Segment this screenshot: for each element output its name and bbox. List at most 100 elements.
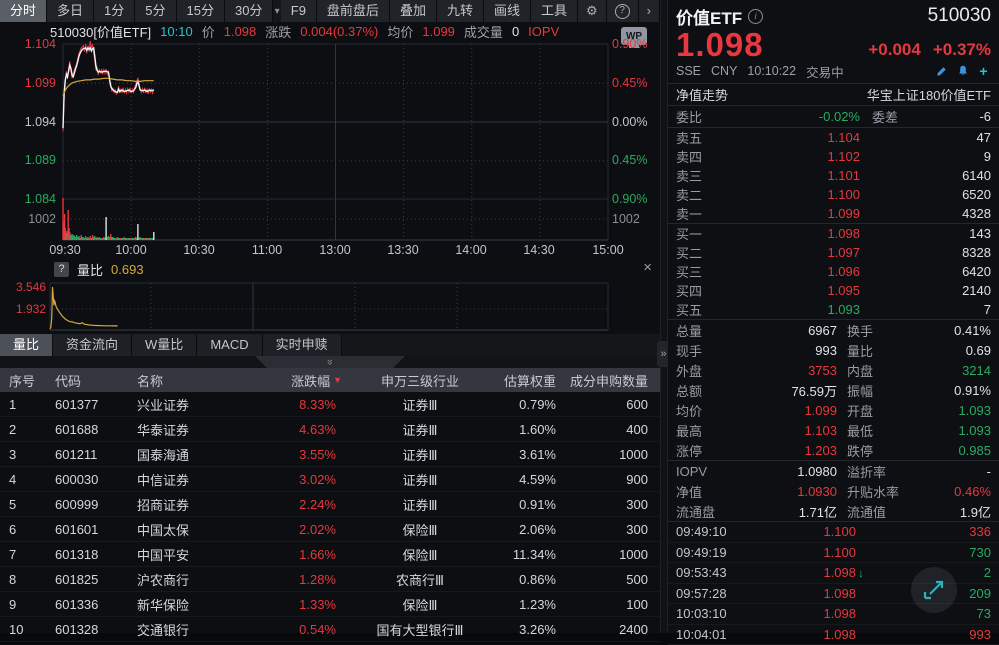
help-question-icon[interactable]: ?	[54, 262, 69, 277]
fund-full-name: 华宝上证180价值ETF	[867, 85, 991, 104]
y-axis-price: 1.104	[0, 37, 56, 51]
liangbi-label: 量比	[77, 260, 103, 279]
tab-30min[interactable]: 30分	[225, 0, 273, 22]
change-value: 0.004(0.37%)	[300, 24, 378, 39]
change-label: 涨跌	[265, 22, 291, 41]
table-row[interactable]: 3601211国泰海通3.55%证券Ⅲ3.61%1000	[0, 442, 660, 467]
tab-1min[interactable]: 1分	[94, 0, 135, 22]
button-nine-turn[interactable]: 九转	[437, 0, 484, 22]
y-axis-price: 1.084	[0, 192, 56, 206]
ask-row[interactable]: 卖五1.10447	[668, 128, 999, 147]
table-row[interactable]: 10601328交通银行0.54%国有大型银行Ⅲ3.26%2400	[0, 617, 660, 642]
button-f9[interactable]: F9	[281, 0, 317, 22]
stat-row: 现手993量比0.69	[668, 340, 999, 360]
tab-15min[interactable]: 15分	[177, 0, 225, 22]
ask-row[interactable]: 卖二1.1006520	[668, 185, 999, 204]
liangbi-subchart[interactable]: ? 量比 0.693 × 3.546 1.932	[0, 260, 660, 334]
table-row[interactable]: 9601336新华保险1.33%保险Ⅲ1.23%100	[0, 592, 660, 617]
tab-macd[interactable]: MACD	[197, 334, 262, 356]
pencil-icon[interactable]	[934, 64, 949, 79]
table-row[interactable]: 2601688华泰证券4.63%证券Ⅲ1.60%400	[0, 417, 660, 442]
quote-meta-row: SSE CNY 10:10:22 交易中 +	[668, 60, 999, 80]
expand-arrows-icon	[911, 567, 957, 613]
etf-code: 510030	[928, 5, 991, 27]
tab-intraday[interactable]: 分时	[0, 0, 47, 22]
tab-w-liangbi[interactable]: W量比	[132, 334, 197, 356]
header-name[interactable]: 名称	[128, 371, 250, 390]
weicha-label: 委差	[872, 107, 916, 126]
price-value: 1.098	[224, 24, 257, 39]
tab-liangbi[interactable]: 量比	[0, 334, 53, 356]
bid-row[interactable]: 买一1.098143	[668, 224, 999, 243]
x-axis-tick: 14:00	[447, 243, 495, 257]
button-overlay[interactable]: 叠加	[390, 0, 437, 22]
table-row[interactable]: 6601601中国太保2.02%保险Ⅲ2.06%300	[0, 517, 660, 542]
header-code[interactable]: 代码	[46, 371, 128, 390]
stat-row: 总额76.59万振幅0.91%	[668, 380, 999, 400]
stat-row: 均价1.099开盘1.093	[668, 400, 999, 420]
indicator-tabs: 量比 资金流向 W量比 MACD 实时申赎	[0, 334, 660, 356]
chevron-right-icon[interactable]: ›	[639, 0, 660, 22]
header-index[interactable]: 序号	[0, 371, 46, 390]
collapse-handle[interactable]: «	[255, 356, 405, 368]
info-icon[interactable]: i	[748, 9, 763, 24]
stat-row: 涨停1.203跌停0.985	[668, 440, 999, 460]
tab-realtime-creation[interactable]: 实时申赎	[263, 334, 342, 356]
stat-row: IOPV1.0980溢折率-	[668, 461, 999, 481]
header-quantity[interactable]: 成分申购数量	[560, 371, 660, 390]
header-weight[interactable]: 估算权重	[490, 371, 560, 390]
bell-icon[interactable]	[955, 64, 970, 79]
avg-value: 1.099	[422, 24, 455, 39]
button-pre-post-market[interactable]: 盘前盘后	[317, 0, 390, 22]
table-row[interactable]: 4600030中信证券3.02%证券Ⅲ4.59%900	[0, 467, 660, 492]
x-axis-tick: 10:00	[107, 243, 155, 257]
bid-row[interactable]: 买二1.0978328	[668, 243, 999, 262]
weibi-label: 委比	[676, 107, 720, 126]
avg-label: 均价	[387, 22, 413, 41]
volume-label: 成交量	[464, 22, 503, 41]
sort-desc-icon: ▼	[333, 375, 342, 385]
tab-5min[interactable]: 5分	[135, 0, 176, 22]
expand-button[interactable]	[911, 567, 957, 613]
header-change[interactable]: 涨跌幅▼	[250, 371, 350, 390]
button-draw-line[interactable]: 画线	[484, 0, 531, 22]
x-axis-tick: 15:00	[584, 243, 632, 257]
add-icon[interactable]: +	[976, 64, 991, 79]
constituent-table: 序号 代码 名称 涨跌幅▼ 申万三级行业 估算权重 成分申购数量 1601377…	[0, 368, 660, 642]
panel-resize-strip: «	[0, 356, 660, 368]
ask-row[interactable]: 卖一1.0994328	[668, 204, 999, 223]
button-tools[interactable]: 工具	[531, 0, 578, 22]
table-row[interactable]: 8601825沪农商行1.28%农商行Ⅲ0.86%500	[0, 567, 660, 592]
tab-money-flow[interactable]: 资金流向	[53, 334, 132, 356]
weicha-value: -6	[916, 109, 991, 124]
bid-row[interactable]: 买五1.0937	[668, 300, 999, 319]
stat-row: 最高1.103最低1.093	[668, 420, 999, 440]
header-industry[interactable]: 申万三级行业	[350, 371, 490, 390]
y-axis-percent: 0.45%	[612, 153, 647, 167]
x-axis-tick: 14:30	[515, 243, 563, 257]
intraday-chart[interactable]: WP	[0, 40, 660, 260]
bid-row[interactable]: 买三1.0966420	[668, 262, 999, 281]
help-icon[interactable]: ?	[607, 0, 639, 22]
trade-tick-row: 09:49:101.100336	[668, 522, 999, 543]
table-row[interactable]: 1601377兴业证券8.33%证券Ⅲ0.79%600	[0, 392, 660, 417]
close-icon[interactable]: ×	[643, 260, 652, 276]
table-row[interactable]: 7601318中国平安1.66%保险Ⅲ11.34%1000	[0, 542, 660, 567]
trade-tick-row: 09:49:191.100730	[668, 543, 999, 564]
gear-icon[interactable]: ⚙	[578, 0, 607, 22]
x-axis-tick: 09:30	[41, 243, 89, 257]
tab-multiday[interactable]: 多日	[47, 0, 94, 22]
chevron-down-icon[interactable]: ▾	[273, 0, 280, 22]
ask-row[interactable]: 卖三1.1016140	[668, 166, 999, 185]
y-axis-price: 1.089	[0, 153, 56, 167]
table-row[interactable]: 5600999招商证券2.24%证券Ⅲ0.91%300	[0, 492, 660, 517]
nav-trend-row[interactable]: 净值走势 华宝上证180价值ETF	[668, 83, 999, 106]
ask-row[interactable]: 卖四1.1029	[668, 147, 999, 166]
stat-row: 外盘3753内盘3214	[668, 360, 999, 380]
bid-row[interactable]: 买四1.0952140	[668, 281, 999, 300]
toolbar: 分时 多日 1分 5分 15分 30分 ▾ F9 盘前盘后 叠加 九转 画线 工…	[0, 0, 660, 22]
y-axis-percent: 0.90%	[612, 192, 647, 206]
panel-divider[interactable]: »	[660, 0, 668, 633]
trade-tick-row: 10:04:011.098993	[668, 625, 999, 645]
nav-trend-label: 净值走势	[676, 85, 728, 104]
